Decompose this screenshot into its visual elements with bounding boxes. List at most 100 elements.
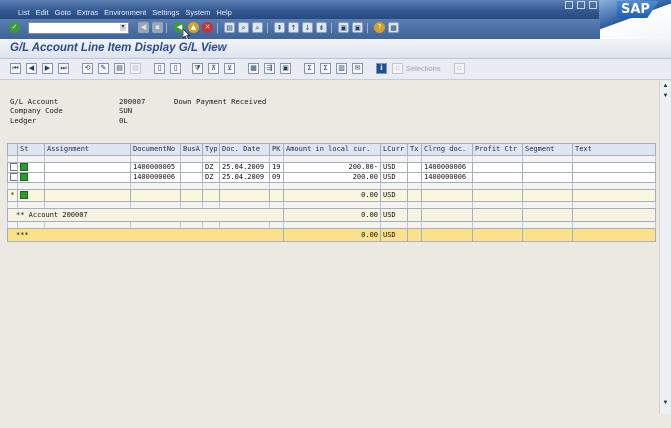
- close-icon[interactable]: [589, 1, 597, 9]
- subtotal-row[interactable]: * 0.00 USD: [7, 189, 656, 202]
- column-header-profit-ctr[interactable]: Profit Ctr: [472, 143, 523, 156]
- grand-total-row[interactable]: *** 0.00 USD: [7, 228, 656, 242]
- account-total-label: ** Account 200007: [7, 208, 284, 222]
- amount: 200.00-: [283, 162, 381, 173]
- shortcut-icon[interactable]: ▣: [352, 22, 363, 33]
- print-preview-icon[interactable]: ▣: [280, 63, 291, 74]
- command-history-icon[interactable]: ▾: [120, 24, 126, 31]
- column-header-lcurr[interactable]: LCurr: [380, 143, 408, 156]
- last-page-icon[interactable]: ⇟: [316, 22, 327, 33]
- menu-extras[interactable]: Extras: [77, 8, 98, 17]
- menu-goto[interactable]: Goto: [55, 8, 71, 17]
- menu-list[interactable]: List: [18, 8, 30, 17]
- layout-icon[interactable]: ▦: [248, 63, 259, 74]
- column-header-text[interactable]: Text: [572, 143, 656, 156]
- additional-info-icon[interactable]: ▫: [454, 63, 465, 74]
- ledger-label: Ledger: [10, 116, 37, 125]
- column-header-typ[interactable]: Typ: [202, 143, 220, 156]
- application-toolbar: ⏮ ◀ ▶ ⏭ ⟲ ✎ ▤ ▤ ▯ ▯ ⧩ ⊼ ⊻ ▦ ⇶ ▣ Σ Σ ▥ ✉ …: [0, 59, 671, 80]
- choose-icon[interactable]: ▯: [170, 63, 181, 74]
- status-green-icon: [20, 173, 28, 181]
- deselect-icon[interactable]: ▤: [130, 63, 141, 74]
- scroll-down-icon[interactable]: ▼: [661, 92, 670, 101]
- first-page-icon[interactable]: ⇞: [274, 22, 285, 33]
- system-toolbar: ✓ ▾ ◀ ▪ ◀ ▲ ✕ ▤ ⌕ ⌕ ⇞ ↑ ↓ ⇟ ▣ ▣ ? ▦: [0, 19, 600, 39]
- column-header-busa[interactable]: BusA: [180, 143, 203, 156]
- document-number[interactable]: 1400000005: [130, 162, 181, 173]
- sum-icon[interactable]: Σ: [304, 63, 315, 74]
- maximize-icon[interactable]: [577, 1, 585, 9]
- find-next-icon[interactable]: ⌕: [252, 22, 263, 33]
- sort-descending-icon[interactable]: ⊻: [224, 63, 235, 74]
- column-header-clrng-doc[interactable]: Clrng doc.: [421, 143, 473, 156]
- column-header-amount[interactable]: Amount in local cur.: [283, 143, 381, 156]
- display-document-icon[interactable]: ⟲: [82, 63, 93, 74]
- column-header-segment[interactable]: Segment: [522, 143, 573, 156]
- scroll-up-icon[interactable]: ▲: [661, 82, 670, 91]
- new-session-icon[interactable]: ▣: [338, 22, 349, 33]
- minimize-icon[interactable]: [565, 1, 573, 9]
- graphic-icon[interactable]: ▥: [336, 63, 347, 74]
- details-icon[interactable]: ▯: [154, 63, 165, 74]
- menu-help[interactable]: Help: [216, 8, 231, 17]
- export-icon[interactable]: ⇶: [264, 63, 275, 74]
- previous-item-icon[interactable]: ◀: [26, 63, 37, 74]
- table-row[interactable]: 1400000005 DZ 25.04.2009 19 200.00- USD …: [7, 162, 656, 173]
- filter-icon[interactable]: ⧩: [192, 63, 203, 74]
- menu-settings[interactable]: Settings: [152, 8, 179, 17]
- clearing-document: 1400000006: [421, 172, 473, 183]
- subtotal-currency: USD: [380, 189, 408, 202]
- column-header-doc-date[interactable]: Doc. Date: [219, 143, 270, 156]
- document-number[interactable]: 1400000006: [130, 172, 181, 183]
- help-icon[interactable]: ?: [374, 22, 385, 33]
- column-header-tx[interactable]: Tx: [407, 143, 422, 156]
- info-icon[interactable]: i: [376, 63, 387, 74]
- menu-environment[interactable]: Environment: [104, 8, 146, 17]
- mail-icon[interactable]: ✉: [352, 63, 363, 74]
- sort-ascending-icon[interactable]: ⊼: [208, 63, 219, 74]
- scroll-bottom-icon[interactable]: ▼: [661, 399, 670, 408]
- document-type: DZ: [202, 172, 220, 183]
- find-icon[interactable]: ⌕: [238, 22, 249, 33]
- selections-icon[interactable]: ▫: [392, 63, 403, 74]
- grid-header-row: St Assignment DocumentNo BusA Typ Doc. D…: [7, 143, 656, 156]
- company-code-value: SUN: [119, 106, 133, 115]
- account-total-currency: USD: [380, 208, 408, 222]
- account-total-row[interactable]: ** Account 200007 0.00 USD: [7, 208, 656, 222]
- select-column-header[interactable]: [7, 143, 18, 156]
- vertical-scrollbar[interactable]: ▲ ▼ ▼: [659, 81, 671, 414]
- subtotal-amount: 0.00: [283, 189, 381, 202]
- currency: USD: [380, 162, 408, 173]
- menu-edit[interactable]: Edit: [36, 8, 49, 17]
- column-header-pk[interactable]: PK: [269, 143, 284, 156]
- next-page-icon[interactable]: ↓: [302, 22, 313, 33]
- row-select-checkbox[interactable]: [10, 163, 17, 171]
- last-item-icon[interactable]: ⏭: [58, 63, 69, 74]
- status-green-icon: [20, 163, 28, 171]
- window-controls: [565, 1, 597, 9]
- column-header-assignment[interactable]: Assignment: [44, 143, 131, 156]
- subtotal-icon[interactable]: Σ: [320, 63, 331, 74]
- company-code-label: Company Code: [10, 106, 63, 115]
- first-item-icon[interactable]: ⏮: [10, 63, 21, 74]
- cancel-icon[interactable]: ✕: [202, 22, 213, 33]
- table-row[interactable]: 1400000006 DZ 25.04.2009 09 200.00 USD 1…: [7, 172, 656, 183]
- save-icon[interactable]: ▪: [152, 22, 163, 33]
- column-header-st[interactable]: St: [17, 143, 45, 156]
- enter-icon[interactable]: ✓: [9, 22, 20, 33]
- select-all-icon[interactable]: ▤: [114, 63, 125, 74]
- layout-menu-icon[interactable]: ▦: [388, 22, 399, 33]
- command-field[interactable]: ▾: [28, 22, 129, 34]
- column-header-documentno[interactable]: DocumentNo: [130, 143, 181, 156]
- next-item-icon[interactable]: ▶: [42, 63, 53, 74]
- previous-icon[interactable]: ◀: [138, 22, 149, 33]
- menu-system[interactable]: System: [185, 8, 210, 17]
- sap-logo: SAP: [599, 0, 671, 39]
- grand-total-amount: 0.00: [283, 228, 381, 242]
- print-icon[interactable]: ▤: [224, 22, 235, 33]
- change-document-icon[interactable]: ✎: [98, 63, 109, 74]
- gl-account-label: G/L Account: [10, 97, 59, 106]
- row-select-checkbox[interactable]: [10, 173, 17, 181]
- previous-page-icon[interactable]: ↑: [288, 22, 299, 33]
- selections-button[interactable]: Selections: [406, 63, 441, 74]
